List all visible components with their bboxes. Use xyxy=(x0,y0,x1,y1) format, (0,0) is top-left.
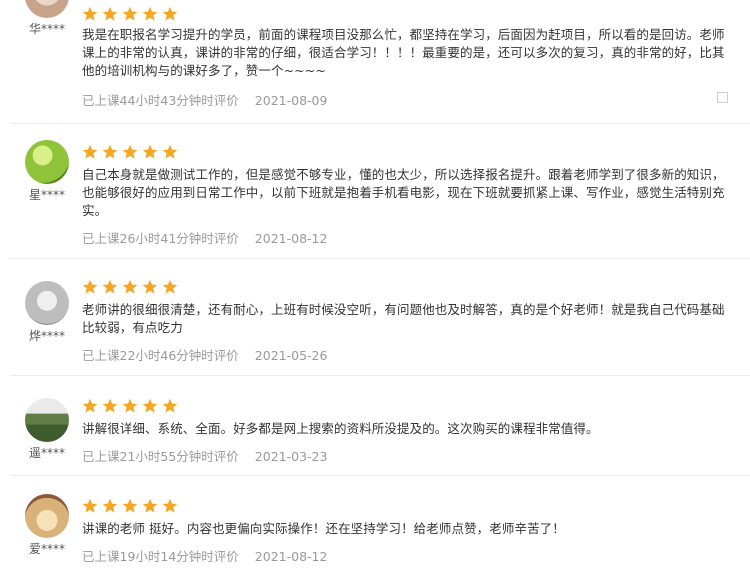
star-icon xyxy=(122,398,138,413)
divider xyxy=(10,123,750,124)
review-meta: 已上课26小时41分钟时评价 2021-08-12 xyxy=(82,228,732,247)
review-text: 老师讲的很细很清楚，还有耐心，上班有时候没空听，有问题他也及时解答，真的是个好老… xyxy=(82,302,725,335)
rating-stars xyxy=(82,496,732,516)
review-meta: 已上课19小时14分钟时评价 2021-08-12 xyxy=(82,546,732,565)
rating-stars xyxy=(82,4,732,24)
star-icon xyxy=(102,6,118,21)
star-icon xyxy=(82,498,98,513)
review-text: 讲课的老师 挺好。内容也更偏向实际操作！还在坚持学习！给老师点赞，老师辛苦了！ xyxy=(82,521,565,536)
avatar[interactable] xyxy=(25,494,69,538)
star-icon xyxy=(142,498,158,513)
review-elapsed: 已上课19小时14分钟时评价 xyxy=(82,549,239,564)
star-icon xyxy=(162,279,178,294)
review-text: 自己本身就是做测试工作的，但是感觉不够专业，懂的也太少，所以选择报名提升。跟着老… xyxy=(82,167,725,218)
review-text: 讲解很详细、系统、全面。好多都是网上搜索的资料所没提及的。这次购买的课程非常值得… xyxy=(82,421,599,436)
star-icon xyxy=(82,6,98,21)
review-text: 我是在职报名学习提升的学员，前面的课程项目没那么忙，都坚持在学习，后面因为赶项目… xyxy=(82,27,725,78)
review-meta: 已上课21小时55分钟时评价 2021-03-23 xyxy=(82,446,732,465)
rating-stars xyxy=(82,142,732,162)
star-icon xyxy=(142,279,158,294)
review-meta: 已上课44小时43分钟时评价 2021-08-09 xyxy=(82,90,732,109)
star-icon xyxy=(82,398,98,413)
avatar[interactable] xyxy=(25,281,69,325)
username[interactable]: 遥**** xyxy=(22,444,72,461)
star-icon xyxy=(82,144,98,159)
username[interactable]: 华**** xyxy=(22,20,72,37)
review-date: 2021-08-12 xyxy=(254,231,328,246)
star-icon xyxy=(122,144,138,159)
review-date: 2021-03-23 xyxy=(254,449,328,464)
review-elapsed: 已上课21小时55分钟时评价 xyxy=(82,449,239,464)
star-icon xyxy=(162,6,178,21)
star-icon xyxy=(102,279,118,294)
star-icon xyxy=(162,144,178,159)
star-icon xyxy=(162,398,178,413)
review-date: 2021-08-09 xyxy=(254,93,328,108)
rating-stars xyxy=(82,396,732,416)
expand-icon[interactable] xyxy=(717,92,728,103)
divider xyxy=(10,375,750,376)
avatar[interactable] xyxy=(25,140,69,184)
review-elapsed: 已上课44小时43分钟时评价 xyxy=(82,93,239,108)
star-icon xyxy=(102,498,118,513)
star-icon xyxy=(142,144,158,159)
star-icon xyxy=(122,279,138,294)
review-date: 2021-08-12 xyxy=(254,549,328,564)
avatar[interactable] xyxy=(25,398,69,442)
review-elapsed: 已上课22小时46分钟时评价 xyxy=(82,348,239,363)
star-icon xyxy=(142,6,158,21)
review-elapsed: 已上课26小时41分钟时评价 xyxy=(82,231,239,246)
username[interactable]: 爱**** xyxy=(22,540,72,557)
star-icon xyxy=(102,398,118,413)
star-icon xyxy=(142,398,158,413)
star-icon xyxy=(102,144,118,159)
star-icon xyxy=(82,279,98,294)
star-icon xyxy=(122,6,138,21)
divider xyxy=(10,475,750,476)
avatar[interactable] xyxy=(25,0,69,18)
username[interactable]: 星**** xyxy=(22,186,72,203)
star-icon xyxy=(122,498,138,513)
rating-stars xyxy=(82,277,732,297)
review-meta: 已上课22小时46分钟时评价 2021-05-26 xyxy=(82,345,732,364)
username[interactable]: 烨**** xyxy=(22,327,72,344)
star-icon xyxy=(162,498,178,513)
review-date: 2021-05-26 xyxy=(254,348,328,363)
divider xyxy=(10,258,750,259)
